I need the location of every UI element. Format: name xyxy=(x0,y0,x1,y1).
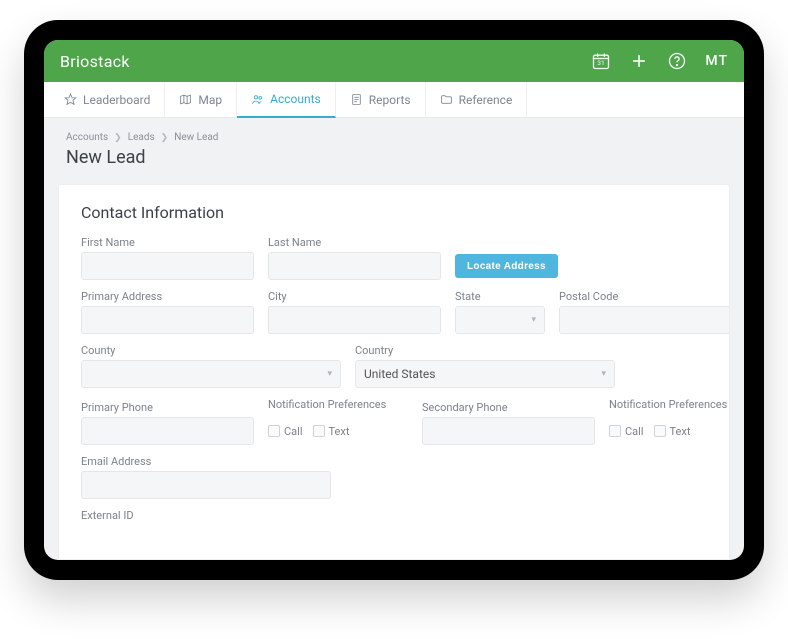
call-label-2: Call xyxy=(625,425,644,438)
tab-reports[interactable]: Reports xyxy=(336,82,426,117)
first-name-label: First Name xyxy=(81,236,254,249)
notification-prefs-label-2: Notification Preferences xyxy=(609,398,730,411)
form: First Name Last Name Locate Address Prim… xyxy=(81,236,707,522)
chevron-right-icon: ❯ xyxy=(161,133,169,143)
breadcrumb-leads[interactable]: Leads xyxy=(128,132,155,143)
last-name-label: Last Name xyxy=(268,236,441,249)
postal-code-label: Postal Code xyxy=(559,290,730,303)
tab-accounts[interactable]: Accounts xyxy=(237,82,336,118)
header-actions: 31 MT xyxy=(591,51,728,71)
email-label: Email Address xyxy=(81,455,331,468)
country-select[interactable]: United States ▾ xyxy=(355,360,615,388)
brand-logo: Briostack xyxy=(60,52,130,71)
county-select[interactable]: ▾ xyxy=(81,360,341,388)
tablet-frame: Briostack 31 xyxy=(24,20,764,580)
city-label: City xyxy=(268,290,441,303)
page-header: Accounts ❯ Leads ❯ New Lead New Lead xyxy=(44,118,744,176)
map-icon xyxy=(179,93,192,106)
app-header: Briostack 31 xyxy=(44,40,744,82)
section-title: Contact Information xyxy=(81,203,707,222)
folder-icon xyxy=(440,93,453,106)
email-input[interactable] xyxy=(81,471,331,499)
primary-phone-label: Primary Phone xyxy=(81,401,254,414)
checkbox-icon xyxy=(268,425,280,437)
star-icon xyxy=(64,93,77,106)
tab-label: Reference xyxy=(459,93,513,107)
secondary-phone-input[interactable] xyxy=(422,417,595,445)
chevron-down-icon: ▾ xyxy=(531,315,536,325)
user-avatar[interactable]: MT xyxy=(705,53,728,69)
breadcrumb-current: New Lead xyxy=(174,132,218,143)
contact-info-card: Contact Information First Name Last Name… xyxy=(58,184,730,560)
checkbox-icon xyxy=(313,425,325,437)
checkbox-icon xyxy=(609,425,621,437)
last-name-input[interactable] xyxy=(268,252,441,280)
calendar-icon[interactable]: 31 xyxy=(591,51,611,71)
first-name-input[interactable] xyxy=(81,252,254,280)
primary-address-label: Primary Address xyxy=(81,290,254,303)
secondary-phone-label: Secondary Phone xyxy=(422,401,595,414)
state-label: State xyxy=(455,290,545,303)
primary-address-input[interactable] xyxy=(81,306,254,334)
breadcrumb: Accounts ❯ Leads ❯ New Lead xyxy=(66,132,722,143)
page-title: New Lead xyxy=(66,147,722,168)
state-select[interactable]: ▾ xyxy=(455,306,545,334)
call-label: Call xyxy=(284,425,303,438)
tab-label: Leaderboard xyxy=(83,93,150,107)
help-icon[interactable] xyxy=(667,51,687,71)
plus-icon[interactable] xyxy=(629,51,649,71)
country-label: Country xyxy=(355,344,615,357)
text-label-2: Text xyxy=(670,425,691,438)
checkbox-icon xyxy=(654,425,666,437)
locate-address-button[interactable]: Locate Address xyxy=(455,254,558,278)
breadcrumb-accounts[interactable]: Accounts xyxy=(66,132,108,143)
text-label: Text xyxy=(329,425,350,438)
tab-reference[interactable]: Reference xyxy=(426,82,528,117)
tab-map[interactable]: Map xyxy=(165,82,237,117)
postal-code-input[interactable] xyxy=(559,306,730,334)
users-icon xyxy=(251,93,264,106)
primary-text-checkbox[interactable]: Text xyxy=(313,425,350,438)
secondary-call-checkbox[interactable]: Call xyxy=(609,425,644,438)
chevron-down-icon: ▾ xyxy=(327,369,332,379)
tab-label: Accounts xyxy=(270,92,321,106)
primary-call-checkbox[interactable]: Call xyxy=(268,425,303,438)
nav-tabs: Leaderboard Map Accounts Reports Referen… xyxy=(44,82,744,118)
tab-leaderboard[interactable]: Leaderboard xyxy=(50,82,165,117)
city-input[interactable] xyxy=(268,306,441,334)
county-label: County xyxy=(81,344,341,357)
secondary-text-checkbox[interactable]: Text xyxy=(654,425,691,438)
svg-text:31: 31 xyxy=(598,59,605,67)
chevron-down-icon: ▾ xyxy=(601,369,606,379)
tab-label: Map xyxy=(198,93,222,107)
tab-label: Reports xyxy=(369,93,411,107)
primary-phone-input[interactable] xyxy=(81,417,254,445)
screen: Briostack 31 xyxy=(44,40,744,560)
document-icon xyxy=(350,93,363,106)
external-id-label: External ID xyxy=(81,509,221,522)
chevron-right-icon: ❯ xyxy=(114,133,122,143)
notification-prefs-label-1: Notification Preferences xyxy=(268,398,408,411)
country-value: United States xyxy=(364,367,435,381)
